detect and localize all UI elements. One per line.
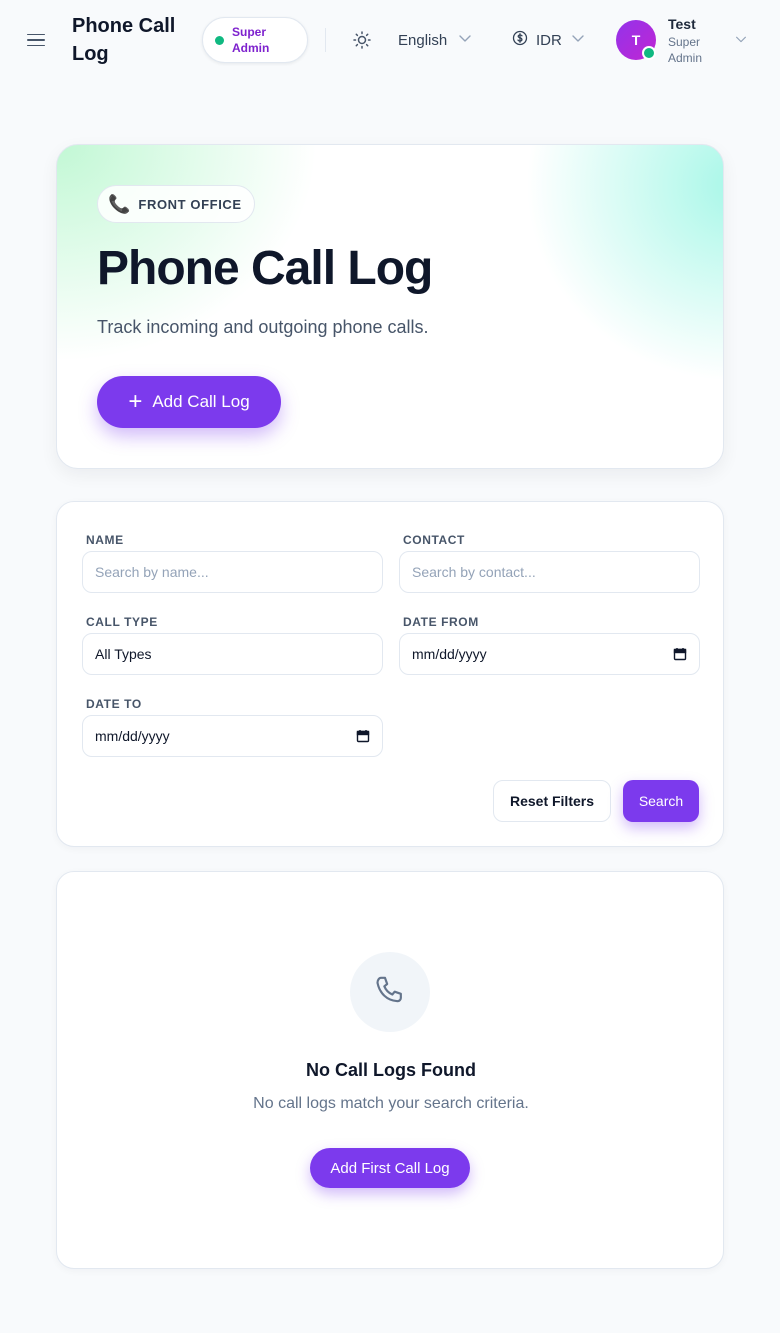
date-from-input[interactable]: mm/dd/yyyy bbox=[399, 633, 700, 675]
date-to-input[interactable]: mm/dd/yyyy bbox=[82, 715, 383, 757]
phone-icon bbox=[350, 952, 430, 1032]
add-call-log-button[interactable]: + Add Call Log bbox=[97, 376, 281, 428]
role-badge-label: Super Admin bbox=[232, 25, 270, 55]
date-to-value: mm/dd/yyyy bbox=[95, 728, 170, 744]
currency-selector[interactable]: IDR bbox=[512, 28, 586, 52]
language-label: English bbox=[398, 31, 448, 49]
currency-label: IDR bbox=[536, 31, 562, 49]
menu-icon[interactable] bbox=[24, 28, 48, 52]
top-bar: Phone Call Log Super Admin English IDR T… bbox=[0, 0, 780, 80]
empty-state-title: No Call Logs Found bbox=[306, 1060, 476, 1080]
online-status-icon bbox=[642, 46, 656, 60]
reset-filters-button[interactable]: Reset Filters bbox=[493, 780, 611, 822]
name-filter-label: NAME bbox=[86, 533, 124, 547]
name-search-input[interactable]: Search by name... bbox=[82, 551, 383, 593]
app-title: Phone Call Log bbox=[72, 15, 176, 65]
call-type-filter-label: CALL TYPE bbox=[86, 615, 158, 629]
language-selector[interactable]: English bbox=[398, 28, 473, 52]
empty-state-message: No call logs match your search criteria. bbox=[253, 1095, 529, 1112]
status-dot-icon bbox=[215, 35, 224, 45]
chevron-down-icon bbox=[734, 32, 748, 51]
date-from-value: mm/dd/yyyy bbox=[412, 646, 487, 662]
user-menu[interactable]: T Test Super Admin bbox=[616, 14, 756, 68]
add-call-log-label: Add Call Log bbox=[152, 392, 250, 411]
contact-search-input[interactable]: Search by contact... bbox=[399, 551, 700, 593]
sun-icon[interactable] bbox=[350, 28, 374, 52]
chevron-down-icon bbox=[570, 30, 586, 50]
user-role: Super Admin bbox=[668, 35, 703, 65]
hero-section: 📞 FRONT OFFICE Phone Call Log Track inco… bbox=[56, 144, 724, 469]
section-badge-label: FRONT OFFICE bbox=[138, 196, 242, 212]
page-subtitle: Track incoming and outgoing phone calls. bbox=[97, 317, 429, 337]
calendar-icon[interactable] bbox=[673, 647, 687, 664]
call-type-select[interactable]: All Types bbox=[82, 633, 383, 675]
section-badge: 📞 FRONT OFFICE bbox=[97, 185, 255, 223]
filter-panel: NAME Search by name... CONTACT Search by… bbox=[56, 501, 724, 847]
add-first-call-log-button[interactable]: Add First Call Log bbox=[310, 1148, 470, 1188]
calendar-icon[interactable] bbox=[356, 729, 370, 746]
contact-filter-label: CONTACT bbox=[403, 533, 465, 547]
dollar-icon bbox=[512, 30, 528, 50]
phone-icon: 📞 bbox=[108, 193, 131, 214]
search-button[interactable]: Search bbox=[623, 780, 699, 822]
plus-icon: + bbox=[128, 388, 143, 415]
page-title: Phone Call Log bbox=[97, 242, 433, 295]
date-to-filter-label: DATE TO bbox=[86, 697, 142, 711]
divider bbox=[325, 28, 326, 52]
date-from-filter-label: DATE FROM bbox=[403, 615, 479, 629]
user-name: Test bbox=[668, 16, 696, 32]
role-badge: Super Admin bbox=[202, 17, 308, 63]
chevron-down-icon bbox=[457, 30, 473, 50]
empty-state-panel: No Call Logs Found No call logs match yo… bbox=[56, 871, 724, 1269]
